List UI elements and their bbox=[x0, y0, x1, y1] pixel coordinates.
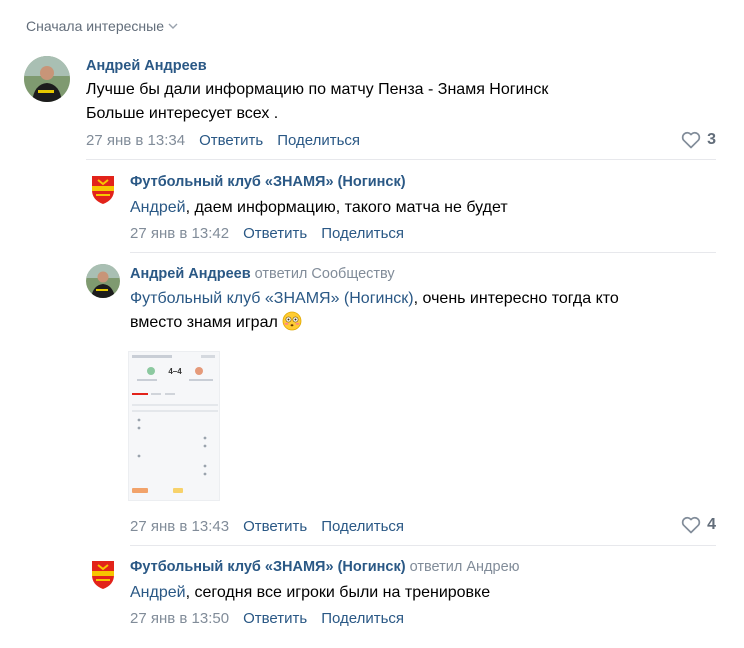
reply-button[interactable]: Ответить bbox=[243, 610, 307, 627]
comment-date[interactable]: 27 янв в 13:50 bbox=[130, 610, 229, 627]
match-screenshot-image: 4–4 bbox=[129, 352, 219, 500]
comment-body: , очень интересно тогда кто bbox=[413, 290, 619, 307]
share-button[interactable]: Поделиться bbox=[321, 518, 404, 535]
flushed-face-icon bbox=[282, 311, 302, 331]
like-button[interactable]: 4 bbox=[681, 516, 716, 534]
sort-dropdown[interactable]: Сначала интересные bbox=[26, 18, 178, 34]
club-logo-icon bbox=[86, 557, 120, 591]
comment-date[interactable]: 27 янв в 13:43 bbox=[130, 518, 229, 535]
comment-date[interactable]: 27 янв в 13:42 bbox=[130, 225, 229, 242]
replied-to[interactable]: ответил Андрею bbox=[410, 559, 520, 575]
comment-author[interactable]: Андрей Андреев bbox=[130, 266, 251, 282]
comment-text: Андрей, даем информацию, такого матча не… bbox=[130, 196, 508, 220]
reply-button[interactable]: Ответить bbox=[199, 132, 263, 149]
reply-button[interactable]: Ответить bbox=[243, 225, 307, 242]
like-count: 4 bbox=[707, 516, 716, 533]
comment-body: , сегодня все игроки были на тренировке bbox=[185, 584, 491, 601]
user-avatar-image bbox=[86, 264, 120, 298]
comment-author[interactable]: Футбольный клуб «ЗНАМЯ» (Ногинск) bbox=[130, 559, 406, 575]
share-button[interactable]: Поделиться bbox=[277, 132, 360, 149]
heart-icon bbox=[681, 516, 701, 534]
comment-meta: 27 янв в 13:43 Ответить Поделиться bbox=[130, 518, 404, 535]
comment-text: Лучше бы дали информацию по матчу Пенза … bbox=[86, 78, 548, 126]
share-button[interactable]: Поделиться bbox=[321, 610, 404, 627]
avatar[interactable] bbox=[86, 264, 120, 298]
comment-author-row: Футбольный клуб «ЗНАМЯ» (Ногинск) ответи… bbox=[130, 559, 520, 575]
comment-text: Футбольный клуб «ЗНАМЯ» (Ногинск), очень… bbox=[130, 287, 619, 335]
comment-author-row: Андрей Андреев ответил Сообществу bbox=[130, 266, 395, 282]
share-button[interactable]: Поделиться bbox=[321, 225, 404, 242]
avatar[interactable] bbox=[86, 557, 120, 591]
comment-text: Андрей, сегодня все игроки были на трени… bbox=[130, 581, 490, 605]
like-count: 3 bbox=[707, 131, 716, 148]
divider bbox=[86, 159, 716, 160]
reply-button[interactable]: Ответить bbox=[243, 518, 307, 535]
comment-meta: 27 янв в 13:42 Ответить Поделиться bbox=[130, 225, 404, 242]
sort-label: Сначала интересные bbox=[26, 18, 164, 34]
avatar[interactable] bbox=[24, 56, 70, 102]
comment-meta: 27 янв в 13:34 Ответить Поделиться bbox=[86, 132, 360, 149]
chevron-down-icon bbox=[168, 23, 178, 29]
divider bbox=[130, 252, 716, 253]
comment-body: вместо знамя играл bbox=[130, 314, 278, 331]
comment-line: Больше интересует всех . bbox=[86, 105, 279, 122]
comment-line: Лучше бы дали информацию по матчу Пенза … bbox=[86, 81, 549, 98]
mention-link[interactable]: Андрей bbox=[130, 584, 186, 601]
heart-icon bbox=[681, 131, 701, 149]
comment-date[interactable]: 27 янв в 13:34 bbox=[86, 132, 185, 149]
divider bbox=[130, 545, 716, 546]
user-avatar-image bbox=[24, 56, 70, 102]
replied-to[interactable]: ответил Сообществу bbox=[255, 266, 395, 282]
comment-author[interactable]: Андрей Андреев bbox=[86, 58, 207, 74]
avatar[interactable] bbox=[86, 172, 120, 206]
club-logo-icon bbox=[86, 172, 120, 206]
attachment-score: 4–4 bbox=[168, 367, 182, 376]
like-button[interactable]: 3 bbox=[681, 131, 716, 149]
mention-link[interactable]: Футбольный клуб «ЗНАМЯ» (Ногинск) bbox=[130, 290, 414, 307]
comment-body: , даем информацию, такого матча не будет bbox=[185, 199, 508, 216]
comment-author[interactable]: Футбольный клуб «ЗНАМЯ» (Ногинск) bbox=[130, 174, 406, 190]
comment-meta: 27 янв в 13:50 Ответить Поделиться bbox=[130, 610, 404, 627]
mention-link[interactable]: Андрей bbox=[130, 199, 186, 216]
attachment-thumbnail[interactable]: 4–4 bbox=[128, 351, 220, 501]
